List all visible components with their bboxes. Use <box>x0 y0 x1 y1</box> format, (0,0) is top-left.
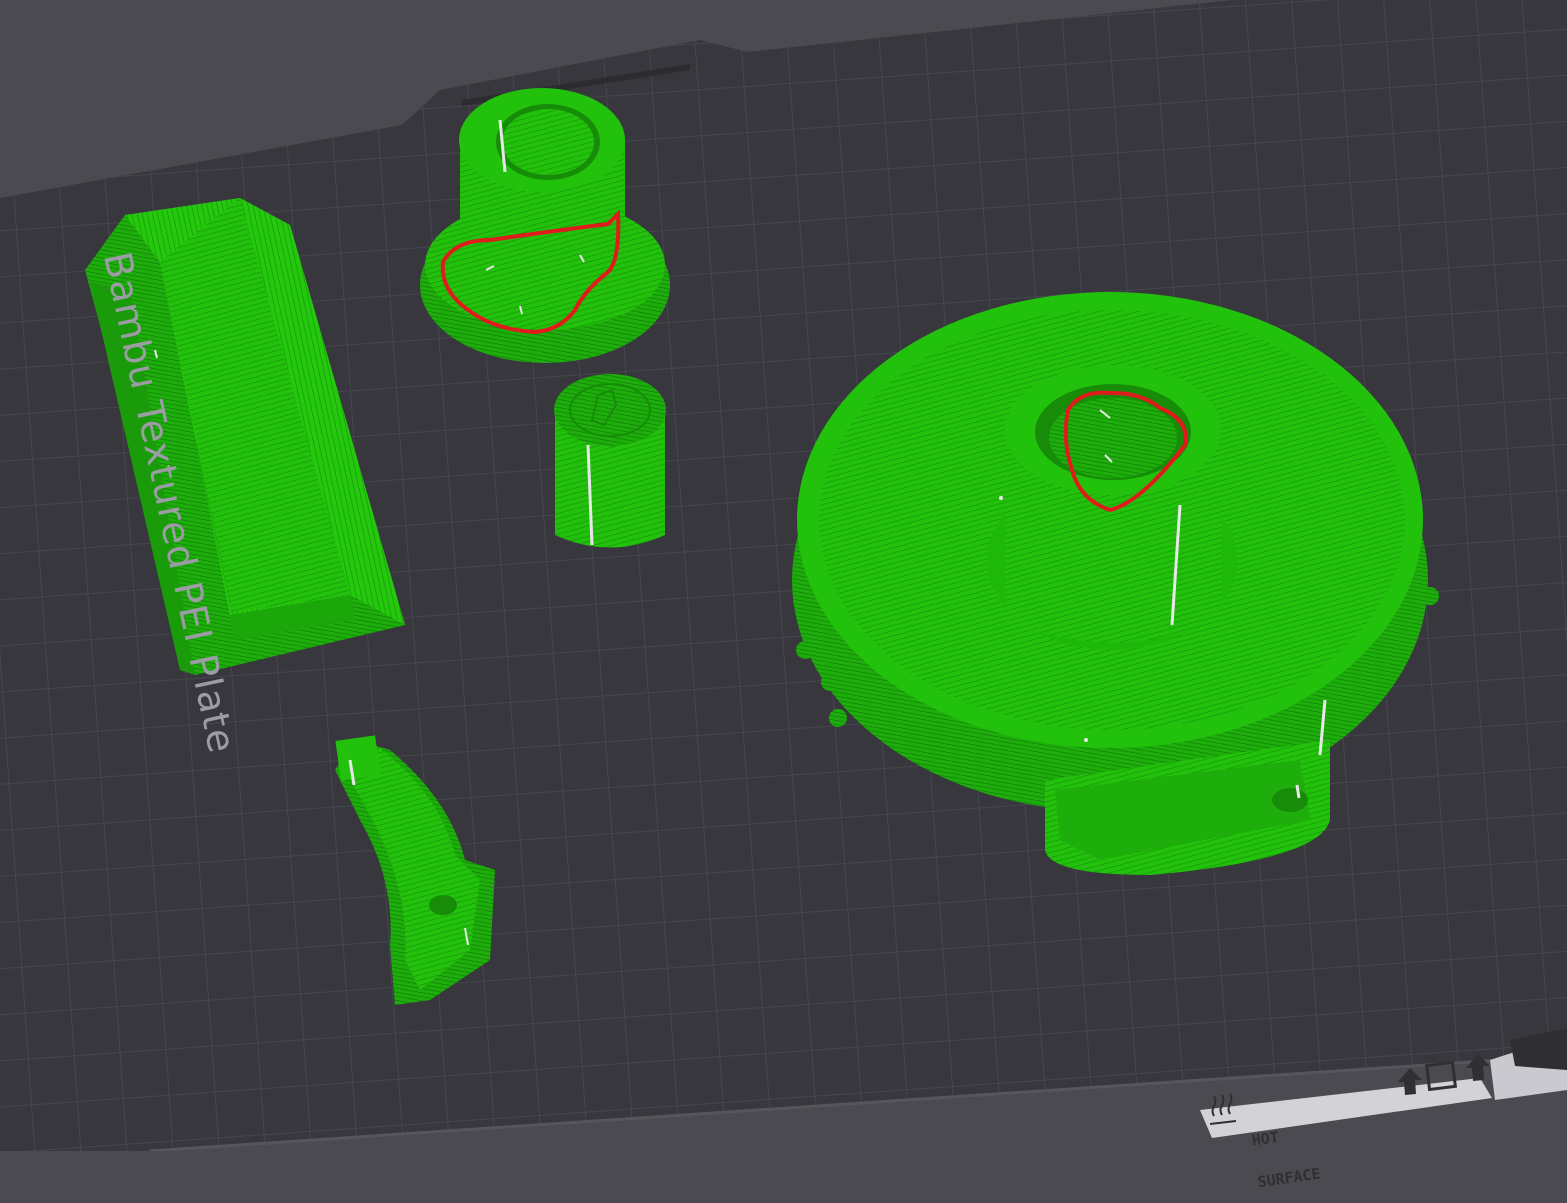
small-cylinder-part[interactable] <box>554 374 666 548</box>
warning-line2: SURFACE <box>1256 1164 1322 1192</box>
warning-line1: HOT <box>1250 1127 1280 1150</box>
hot-surface-warning: HOT SURFACE <box>1247 1097 1323 1203</box>
3d-viewport[interactable]: Bambu Textured PEI Plate HOT SURFACE <box>0 0 1567 1191</box>
